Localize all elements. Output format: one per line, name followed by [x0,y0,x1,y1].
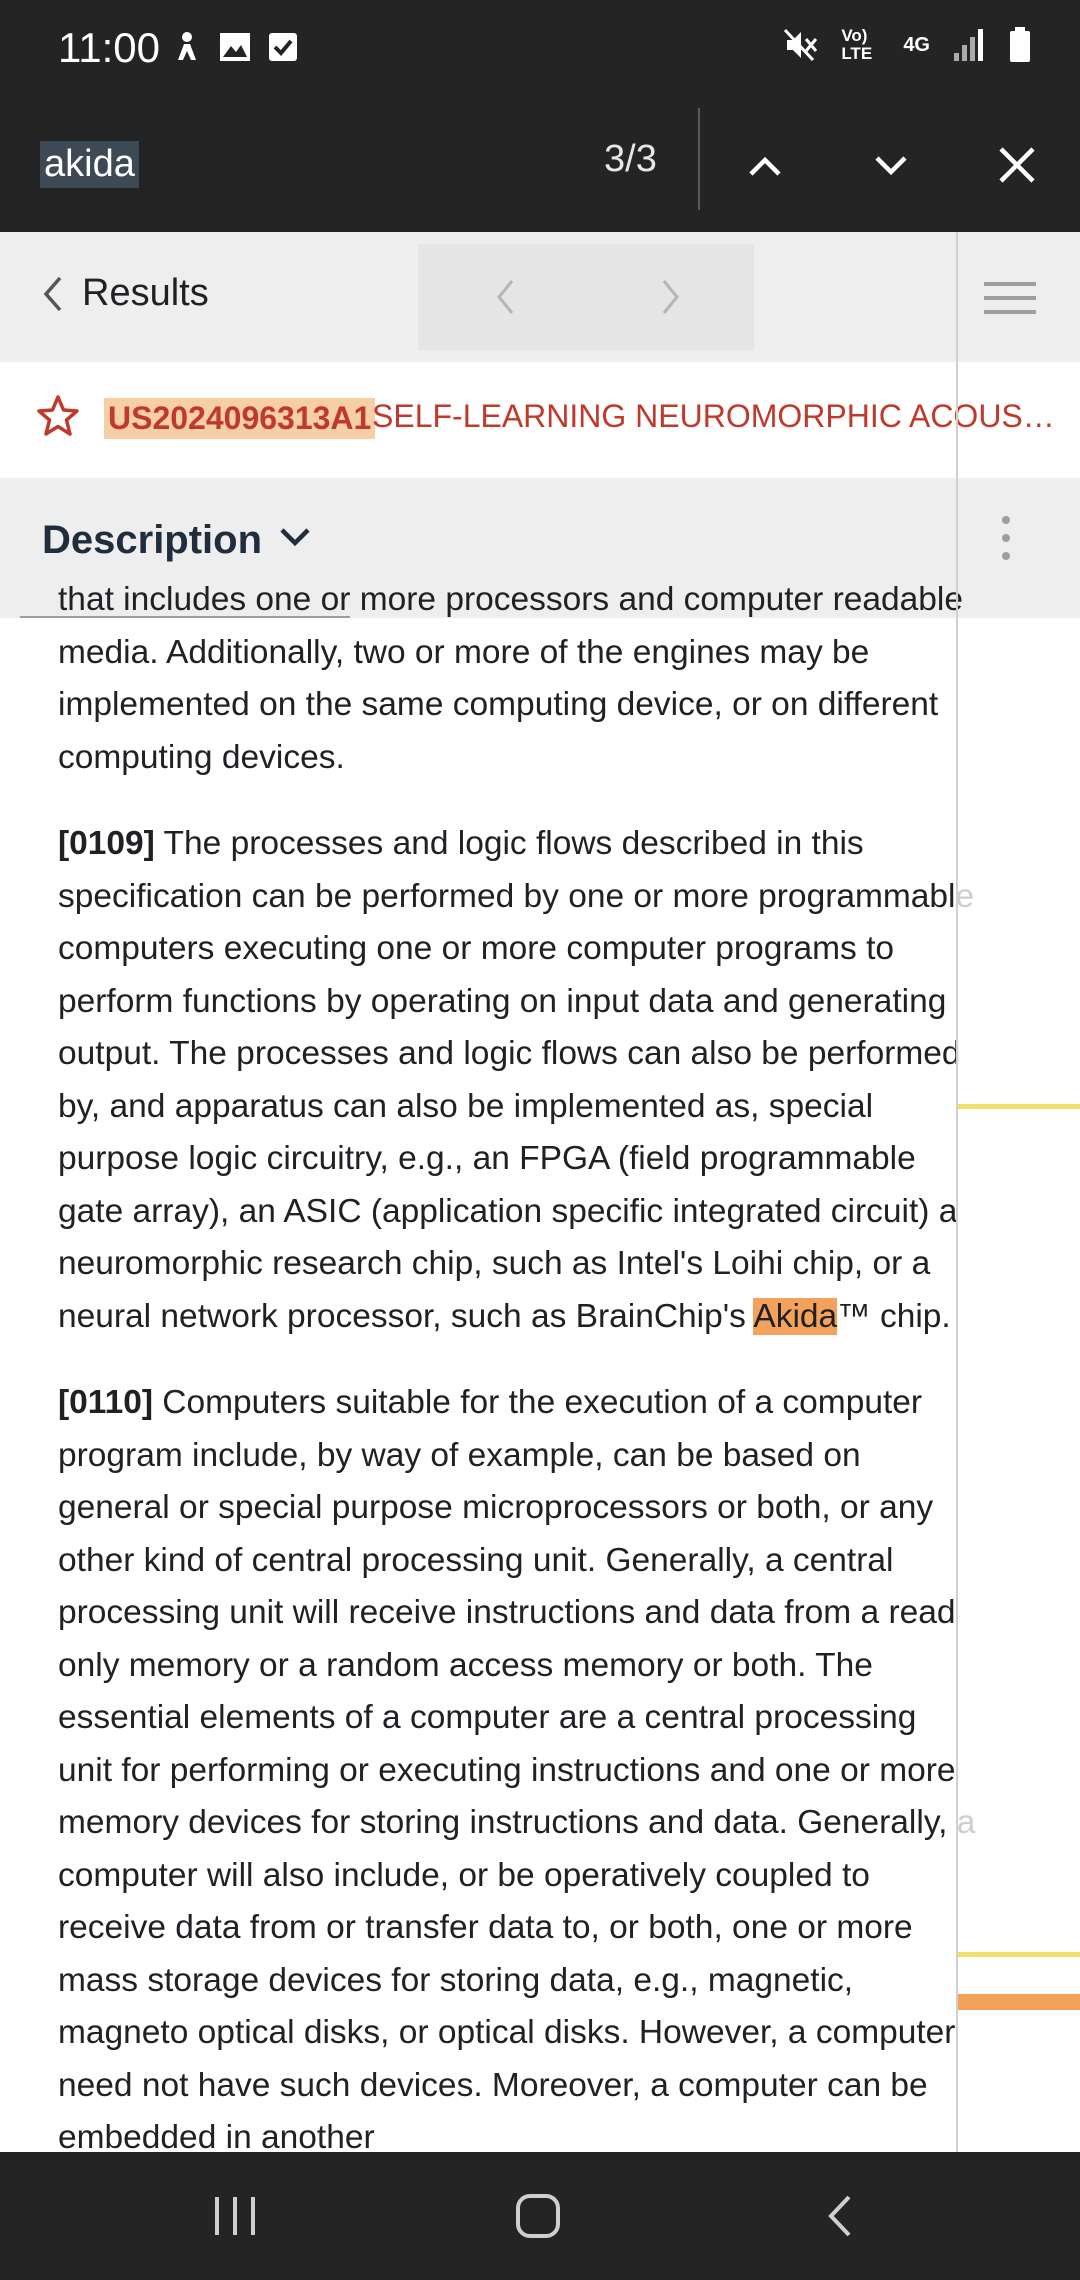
accessibility-icon [170,30,204,64]
paragraph-number: [0110] [58,1384,153,1421]
recent-apps-icon [215,2197,255,2235]
back-icon [828,2195,851,2237]
find-input[interactable]: akida [40,136,139,192]
close-find-button[interactable] [972,120,1062,210]
match-marker[interactable] [958,1104,1080,1109]
volte-label: Vo) LTE [841,26,873,63]
patent-title: SELF-LEARNING NEUROMORPHIC ACOUSTI... [372,398,1062,434]
status-right-icons: Vo) LTE 4G [781,26,1032,64]
patent-title-bar: US2024096313A1 SELF-LEARNING NEUROMORPHI… [0,362,1080,478]
next-result-button[interactable] [646,272,696,322]
results-navigation-bar: Results [0,232,1080,362]
description-text: that includes one or more processors and… [58,581,978,2152]
network-type-label: 4G [903,33,930,56]
find-query[interactable]: akida [40,140,139,188]
paragraph-0109: [0109] The processes and logic flows des… [58,818,978,1343]
paragraph-fragment: that includes one or more processors and… [58,581,964,776]
gallery-icon [218,30,252,64]
patent-number: US2024096313A1 [104,398,376,439]
chevron-right-icon [662,280,679,314]
close-icon [999,147,1035,183]
paragraph-number: [0109] [58,825,155,862]
star-icon[interactable] [36,394,80,443]
checkbox-notification-icon [266,30,300,64]
paragraph-text: ™ chip. [837,1297,951,1335]
mute-icon [784,28,818,62]
back-to-results-link[interactable]: Results [40,272,209,315]
paragraph-text: The processes and logic flows described … [58,825,975,1335]
find-scroll-overlay [958,618,1080,2152]
status-bar: 11:00 Vo) LTE 4G [0,0,1080,100]
chevron-up-icon [749,156,781,176]
home-button[interactable] [498,2180,578,2252]
signal-icon [954,29,983,61]
active-match-marker[interactable] [958,1994,1080,2010]
find-in-page-bar: akida 3/3 [0,100,1080,232]
hamburger-menu-icon[interactable] [984,282,1036,314]
match-marker[interactable] [958,1952,1080,1957]
web-page: Results US2024096313A1 SELF-LEARNING NEU… [0,232,1080,2152]
system-navigation-bar [0,2152,1080,2280]
notification-icons [170,30,300,64]
chevron-left-icon [43,276,62,311]
back-button[interactable] [800,2180,880,2252]
paragraph-text: Computers suitable for the execution of … [58,1384,976,2152]
home-icon [516,2194,560,2238]
paragraph-0110: [0110] Computers suitable for the execut… [58,1377,978,2152]
overlay-divider [956,232,958,2152]
more-options-icon[interactable] [1002,516,1012,570]
recent-apps-button[interactable] [196,2180,276,2252]
status-time: 11:00 [58,24,160,71]
search-highlight-active: Akida [753,1297,838,1335]
chevron-down-icon [280,528,310,547]
chevron-left-icon [497,280,514,314]
find-match-count: 3/3 [604,138,657,180]
next-match-button[interactable] [846,120,936,210]
previous-result-button[interactable] [480,272,530,322]
previous-match-button[interactable] [720,120,810,210]
chevron-down-icon [875,156,907,176]
battery-icon [1010,27,1030,62]
result-pager [418,244,754,350]
back-to-results-label: Results [82,272,209,314]
section-label: Description [42,518,263,562]
find-divider [698,108,700,210]
